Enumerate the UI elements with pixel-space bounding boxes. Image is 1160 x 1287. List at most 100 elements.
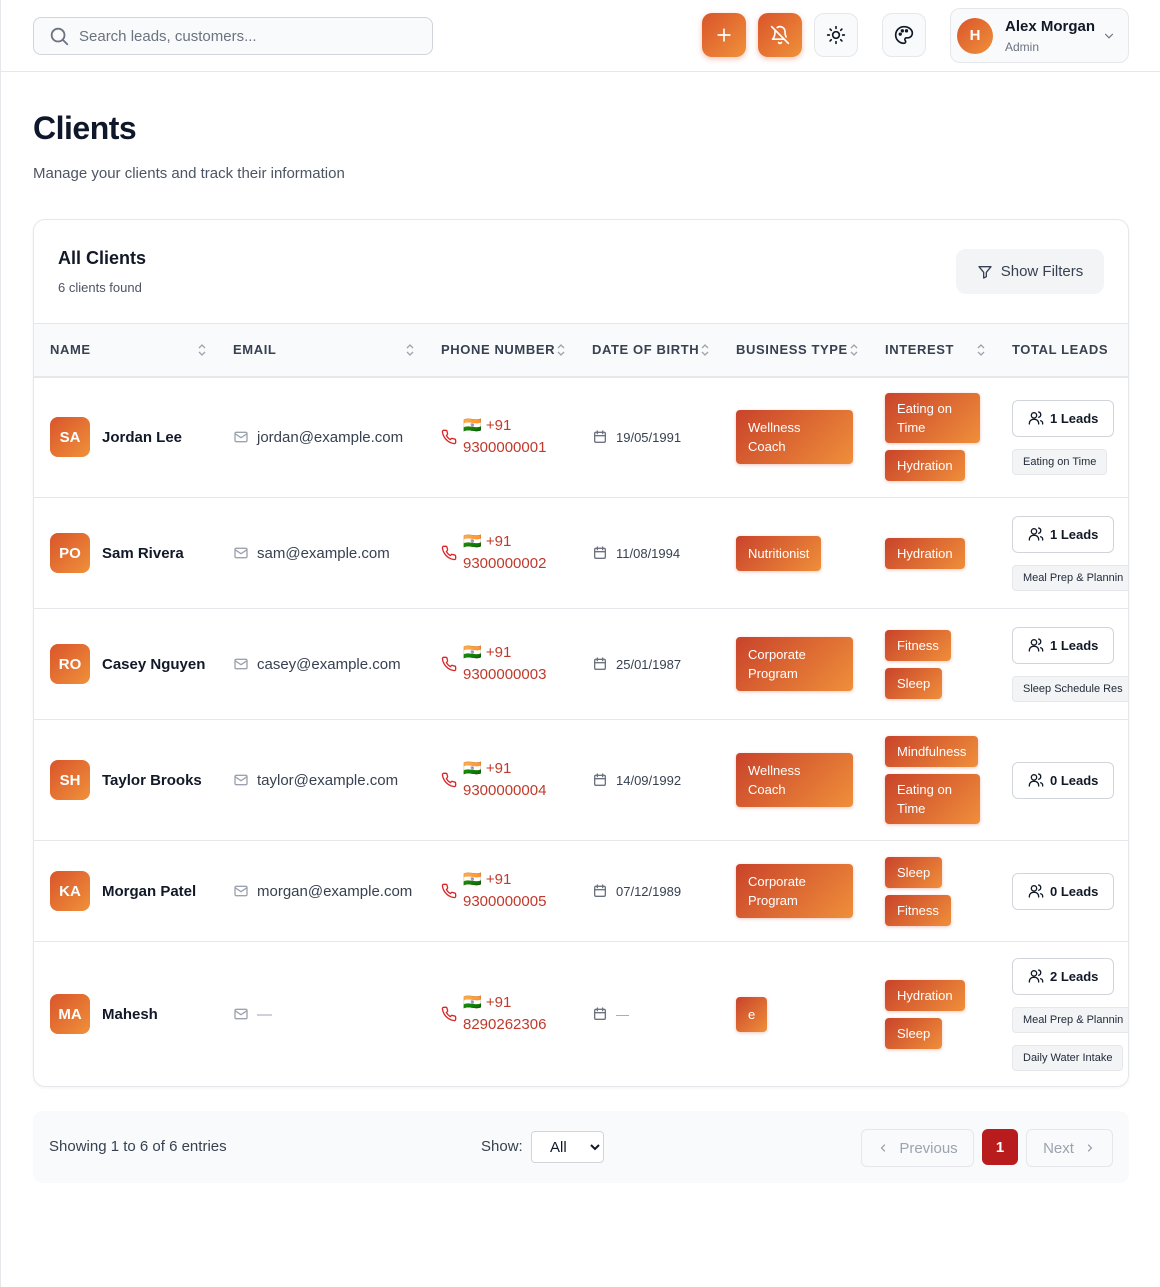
interest-badge: Sleep (885, 1017, 943, 1049)
cell-dob: — (576, 942, 720, 1087)
column-header-email[interactable]: Email (217, 323, 425, 378)
business-type-badge: Wellness Coach (736, 410, 853, 465)
business-type-badge: Nutritionist (736, 535, 822, 571)
calendar-icon (594, 657, 606, 670)
interest-badge: Fitness (885, 894, 951, 926)
column-header-name[interactable]: Name (34, 323, 217, 378)
phone-icon (441, 1006, 457, 1022)
previous-label: Previous (899, 1139, 958, 1157)
mail-icon (234, 658, 248, 670)
client-name[interactable]: Sam Rivera (102, 545, 184, 562)
total-leads-button[interactable]: 1 Leads (1012, 399, 1115, 437)
cell-email: taylor@example.com (217, 719, 425, 841)
cell-total-leads: 2 Leads Meal Prep & Plannin Daily Water I… (996, 942, 1128, 1087)
sort-icon (406, 344, 414, 356)
client-email[interactable]: morgan@example.com (257, 883, 412, 900)
total-leads-label: 1 Leads (1050, 526, 1099, 542)
previous-button[interactable]: Previous (861, 1129, 974, 1167)
sort-icon (850, 344, 858, 356)
total-leads-label: 1 Leads (1050, 637, 1099, 653)
user-role: Admin (1005, 39, 1040, 54)
client-name[interactable]: Morgan Patel (102, 883, 196, 900)
client-phone[interactable]: 9300000003 (463, 664, 573, 686)
calendar-icon (594, 546, 606, 559)
total-leads-button[interactable]: 2 Leads (1012, 957, 1115, 995)
client-phone[interactable]: 9300000002 (463, 553, 573, 575)
table-row[interactable]: SA Jordan Lee jordan@example.com 🇮🇳 +91 9… (34, 376, 1128, 498)
column-header-interest[interactable]: Interest (869, 323, 996, 378)
theme-toggle-button[interactable] (814, 13, 858, 57)
client-phone[interactable]: 9300000001 (463, 437, 573, 459)
table-row[interactable]: KA Morgan Patel morgan@example.com 🇮🇳 +9… (34, 840, 1128, 942)
column-header-business-type[interactable]: Business Type (720, 323, 869, 378)
client-name[interactable]: Casey Nguyen (102, 656, 205, 673)
table-row[interactable]: PO Sam Rivera sam@example.com 🇮🇳 +91 9300… (34, 497, 1128, 609)
users-icon (1028, 638, 1044, 652)
calendar-icon (594, 1007, 606, 1021)
clients-count: 6 clients found (58, 280, 142, 295)
total-leads-button[interactable]: 1 Leads (1012, 626, 1115, 664)
page-size-select[interactable]: All (531, 1131, 604, 1163)
phone-country-code: 🇮🇳 +91 (463, 417, 512, 435)
top-bar: H Alex Morgan Admin (1, 0, 1160, 72)
calendar-icon (594, 430, 606, 444)
table-row[interactable]: RO Casey Nguyen casey@example.com 🇮🇳 +91… (34, 608, 1128, 720)
business-type-badge: e (736, 996, 768, 1032)
client-phone[interactable]: 9300000005 (463, 891, 573, 913)
plus-icon (717, 28, 731, 42)
table-row[interactable]: SH Taylor Brooks taylor@example.com 🇮🇳 +… (34, 719, 1128, 841)
client-email[interactable]: casey@example.com (257, 656, 401, 673)
phone-country-code: 🇮🇳 +91 (463, 644, 512, 661)
interest-badge: Eating on Time (885, 393, 980, 444)
client-name[interactable]: Mahesh (102, 1006, 158, 1023)
users-icon (1028, 773, 1044, 787)
table-header-row: Name Email Phone Number Date of Birth Bu… (34, 323, 1128, 378)
page-number-button[interactable]: 1 (982, 1129, 1018, 1165)
page-subtitle: Manage your clients and track their info… (33, 165, 345, 182)
client-phone[interactable]: 8290262306 (463, 1014, 573, 1036)
total-leads-button[interactable]: 0 Leads (1012, 761, 1115, 799)
notifications-button[interactable] (758, 13, 802, 57)
cell-interest: Eating on Time Hydration (869, 376, 996, 498)
client-dob: 14/09/1992 (616, 772, 682, 788)
palette-button[interactable] (882, 13, 926, 57)
cell-phone: 🇮🇳 +91 9300000005 (425, 840, 576, 942)
search-input[interactable] (79, 27, 399, 45)
mail-icon (234, 774, 248, 786)
client-email[interactable]: jordan@example.com (257, 429, 403, 446)
users-icon (1028, 969, 1044, 983)
client-email[interactable]: taylor@example.com (257, 772, 398, 789)
search-box[interactable] (33, 17, 433, 55)
cell-interest: Hydration (869, 497, 996, 609)
clients-table: Name Email Phone Number Date of Birth Bu… (34, 323, 1128, 1087)
cell-business-type: Nutritionist (720, 497, 869, 609)
client-email[interactable]: — (257, 1006, 272, 1023)
cell-business-type: Corporate Program (720, 608, 869, 720)
cell-business-type: Wellness Coach (720, 719, 869, 841)
column-header-phone[interactable]: Phone Number (425, 323, 576, 378)
cell-total-leads: 1 Leads Sleep Schedule Res (996, 608, 1128, 720)
phone-icon (441, 545, 457, 561)
page-title: Clients (33, 110, 137, 146)
cell-name: SA Jordan Lee (34, 376, 217, 498)
user-menu[interactable]: H Alex Morgan Admin (950, 8, 1129, 63)
next-button[interactable]: Next (1026, 1129, 1113, 1167)
client-phone[interactable]: 9300000004 (463, 780, 573, 802)
calendar-icon (594, 773, 606, 786)
users-icon (1028, 527, 1044, 541)
client-name[interactable]: Taylor Brooks (102, 772, 202, 789)
table-row[interactable]: MA Mahesh — 🇮🇳 +91 8290262306 — e Hydrati… (34, 942, 1128, 1087)
lead-tag: Meal Prep & Plannin (1012, 1006, 1128, 1033)
column-header-dob[interactable]: Date of Birth (576, 323, 720, 378)
interest-badge: Hydration (885, 450, 965, 482)
total-leads-button[interactable]: 0 Leads (1012, 872, 1115, 910)
phone-country-code: 🇮🇳 +91 (463, 533, 512, 550)
total-leads-button[interactable]: 1 Leads (1012, 515, 1115, 553)
client-name[interactable]: Jordan Lee (102, 429, 182, 446)
client-email[interactable]: sam@example.com (257, 545, 390, 562)
cell-dob: 11/08/1994 (576, 497, 720, 609)
client-dob: 11/08/1994 (616, 545, 681, 561)
search-icon (50, 27, 69, 46)
show-filters-button[interactable]: Show Filters (956, 249, 1104, 294)
add-button[interactable] (702, 13, 746, 57)
